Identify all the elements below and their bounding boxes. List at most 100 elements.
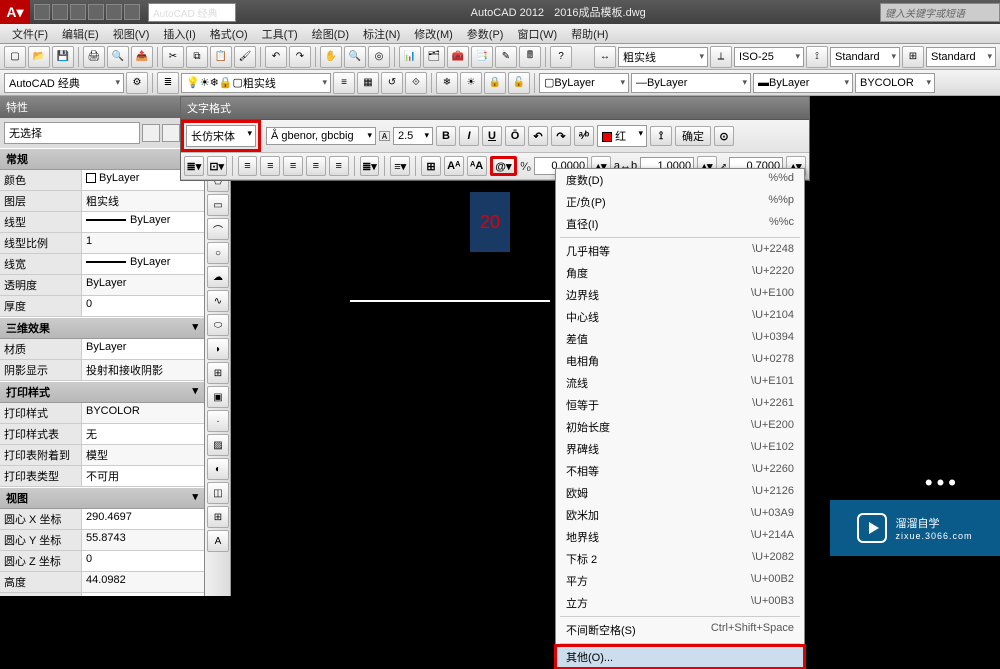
underline-button[interactable]: U [482, 126, 502, 146]
prop-row[interactable]: 颜色ByLayer [0, 170, 204, 191]
prop-row[interactable]: 圆心 X 坐标290.4697 [0, 509, 204, 530]
gradient-icon[interactable]: ◐ [207, 458, 229, 480]
textstyle-combo[interactable]: Standard [830, 47, 900, 67]
table-icon[interactable]: ⊞ [207, 506, 229, 528]
prop-row[interactable]: 打印样式BYCOLOR [0, 403, 204, 424]
columns-icon[interactable]: ≣▾ [184, 156, 204, 176]
text-height-combo[interactable]: 2.5 [393, 127, 433, 145]
help-search-input[interactable]: 键入关键字或短语 [880, 3, 1000, 22]
symbol-item[interactable]: 欧姆\U+2126 [556, 482, 804, 504]
menu-编辑[interactable]: 编辑(E) [56, 24, 105, 44]
align-center-icon[interactable]: ≡ [260, 156, 280, 176]
symbol-item[interactable]: 不相等\U+2260 [556, 460, 804, 482]
copy-icon[interactable]: ⧉ [186, 46, 208, 68]
redo-text-button[interactable]: ↷ [551, 126, 571, 146]
preview-icon[interactable]: 🔍 [107, 46, 129, 68]
menu-参数[interactable]: 参数(P) [461, 24, 510, 44]
menu-绘图[interactable]: 绘图(D) [306, 24, 355, 44]
workspace-combo[interactable]: AutoCAD 经典 [148, 3, 236, 22]
qat-print-icon[interactable] [88, 4, 104, 20]
symbol-item[interactable]: 角度\U+2220 [556, 262, 804, 284]
qat-save-icon[interactable] [70, 4, 86, 20]
lfreeze-icon[interactable]: ❄ [436, 72, 458, 94]
prop-row[interactable]: 图层粗实线 [0, 191, 204, 212]
font-combo[interactable]: A̐ gbenor, gbcbig [266, 127, 376, 145]
tool-pal-icon[interactable]: 🧰 [447, 46, 469, 68]
props-group[interactable]: 三维效果▾ [0, 317, 204, 339]
symbol-item[interactable]: 中心线\U+2104 [556, 306, 804, 328]
symbol-item[interactable]: 直径(I)%%c [556, 213, 804, 235]
italic-button[interactable]: I [459, 126, 479, 146]
qat-undo-icon[interactable] [106, 4, 122, 20]
markup-icon[interactable]: ✎ [495, 46, 517, 68]
prop-row[interactable]: 线宽ByLayer [0, 254, 204, 275]
match-icon[interactable]: 🖌 [234, 46, 256, 68]
linespace-icon[interactable]: ≣▾ [360, 156, 380, 176]
mtext-just-icon[interactable]: ⊡▾ [207, 156, 227, 176]
block-icon[interactable]: ▣ [207, 386, 229, 408]
lunlock-icon[interactable]: 🔓 [508, 72, 530, 94]
print-icon[interactable]: 🖨 [83, 46, 105, 68]
layer-combo[interactable]: 💡☀❄🔒▢ 粗实线 [181, 73, 331, 93]
ellipsearc-icon[interactable]: ◗ [207, 338, 229, 360]
align-just-icon[interactable]: ≡ [306, 156, 326, 176]
symbol-item[interactable]: 电相角\U+0278 [556, 350, 804, 372]
overline-button[interactable]: Ō [505, 126, 525, 146]
props-group[interactable]: 视图▾ [0, 487, 204, 509]
align-left-icon[interactable]: ≡ [238, 156, 258, 176]
bold-button[interactable]: B [436, 126, 456, 146]
align-right-icon[interactable]: ≡ [283, 156, 303, 176]
qat-new-icon[interactable] [34, 4, 50, 20]
menu-文件[interactable]: 文件(F) [6, 24, 54, 44]
llock-icon[interactable]: 🔒 [484, 72, 506, 94]
workspace-combo-2[interactable]: AutoCAD 经典 [4, 73, 124, 93]
props-icon[interactable]: 📊 [399, 46, 421, 68]
color-combo[interactable]: ▢ ByLayer [539, 73, 629, 93]
linetype-combo[interactable]: 粗实线 [618, 47, 708, 67]
undo-icon[interactable]: ↶ [265, 46, 287, 68]
qat-redo-icon[interactable] [124, 4, 140, 20]
prop-row[interactable]: 线型ByLayer [0, 212, 204, 233]
mtext-icon[interactable]: A [207, 530, 229, 552]
symbol-item[interactable]: 正/负(P)%%p [556, 191, 804, 213]
symbol-item[interactable]: 欧米加\U+03A9 [556, 504, 804, 526]
menu-标注[interactable]: 标注(N) [357, 24, 406, 44]
undo-text-button[interactable]: ↶ [528, 126, 548, 146]
help-icon[interactable]: ? [550, 46, 572, 68]
numbering-icon[interactable]: ≡▾ [390, 156, 410, 176]
dimstyle-combo[interactable]: ISO-25 [734, 47, 804, 67]
lweight-combo[interactable]: ▬ ByLayer [753, 73, 853, 93]
align-dist-icon[interactable]: ≡ [329, 156, 349, 176]
new-icon[interactable]: ▢ [4, 46, 26, 68]
lprev-icon[interactable]: ↺ [381, 72, 403, 94]
prop-row[interactable]: 打印表类型不可用 [0, 466, 204, 487]
symbol-item[interactable]: 几乎相等\U+2248 [556, 240, 804, 262]
circle-icon[interactable]: ○ [207, 242, 229, 264]
menu-插入[interactable]: 插入(I) [157, 24, 201, 44]
selection-combo[interactable]: 无选择 [4, 122, 140, 144]
prop-row[interactable]: 线型比例1 [0, 233, 204, 254]
text-style-combo[interactable]: 长仿宋体 [186, 125, 256, 147]
props-group[interactable]: 打印样式▾ [0, 381, 204, 403]
menu-窗口[interactable]: 窗口(W) [511, 24, 563, 44]
stack-button[interactable]: ᵃ⁄ᵇ [574, 126, 594, 146]
uppercase-icon[interactable]: Aᴬ [444, 156, 464, 176]
cut-icon[interactable]: ✂ [162, 46, 184, 68]
prop-row[interactable]: 圆心 Y 坐标55.8743 [0, 530, 204, 551]
spline-icon[interactable]: ∿ [207, 290, 229, 312]
menu-视图[interactable]: 视图(V) [107, 24, 156, 44]
symbol-item[interactable]: 其他(O)... [556, 646, 804, 668]
dim3-icon[interactable]: ⟟ [806, 46, 828, 68]
symbol-item[interactable]: 界碑线\U+E102 [556, 438, 804, 460]
text-color-combo[interactable]: 红 [597, 125, 647, 147]
plotstyle-combo[interactable]: BYCOLOR [855, 73, 935, 93]
prop-row[interactable]: 打印样式表无 [0, 424, 204, 445]
symbol-item[interactable]: 初始长度\U+E200 [556, 416, 804, 438]
zoom-icon[interactable]: 🔍 [344, 46, 366, 68]
options-icon[interactable]: ⊙ [714, 126, 734, 146]
symbol-button[interactable]: @▾ [490, 156, 518, 176]
hatch-icon[interactable]: ▨ [207, 434, 229, 456]
lowercase-icon[interactable]: ᴬA [467, 156, 487, 176]
prop-row[interactable]: 圆心 Z 坐标0 [0, 551, 204, 572]
annotative-icon[interactable]: 🄰 [379, 128, 390, 144]
